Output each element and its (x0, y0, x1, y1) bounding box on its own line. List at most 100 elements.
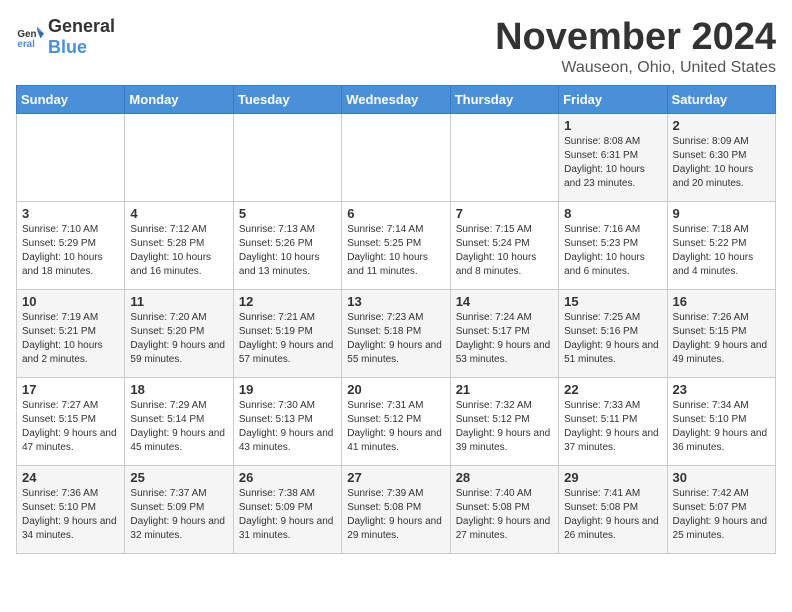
weekday-header-thursday: Thursday (450, 86, 558, 114)
calendar-cell: 11Sunrise: 7:20 AM Sunset: 5:20 PM Dayli… (125, 290, 233, 378)
day-number: 26 (239, 470, 336, 485)
day-number: 9 (673, 206, 770, 221)
weekday-header-tuesday: Tuesday (233, 86, 341, 114)
day-info: Sunrise: 7:32 AM Sunset: 5:12 PM Dayligh… (456, 399, 553, 455)
weekday-header-saturday: Saturday (667, 86, 775, 114)
calendar-cell: 20 Sunrise: 7:31 AM Sunset: 5:12 PM Dayli… (342, 378, 450, 466)
day-info: Sunrise: 7:15 AM Sunset: 5:24 PM Dayligh… (456, 223, 553, 279)
week-row-5: 24 Sunrise: 7:36 AM Sunset: 5:10 PM Dayli… (17, 466, 776, 554)
svg-text:eral: eral (17, 39, 35, 50)
weekday-header-row: SundayMondayTuesdayWednesdayThursdayFrid… (17, 86, 776, 114)
calendar-cell: 16 Sunrise: 7:26 AM Sunset: 5:15 PM Dayli… (667, 290, 775, 378)
calendar-cell: 3 Sunrise: 7:10 AM Sunset: 5:29 PM Daylig… (17, 202, 125, 290)
day-number: 11 (130, 294, 227, 309)
day-number: 13 (347, 294, 444, 309)
day-info: Sunrise: 7:31 AM Sunset: 5:12 PM Dayligh… (347, 399, 444, 455)
calendar-cell: 30 Sunrise: 7:42 AM Sunset: 5:07 PM Dayli… (667, 466, 775, 554)
calendar-cell: 21Sunrise: 7:32 AM Sunset: 5:12 PM Dayli… (450, 378, 558, 466)
day-number: 27 (347, 470, 444, 485)
day-info: Sunrise: 7:29 AM Sunset: 5:14 PM Dayligh… (130, 399, 227, 455)
day-number: 3 (22, 206, 119, 221)
weekday-header-friday: Friday (559, 86, 667, 114)
day-number: 14 (456, 294, 553, 309)
calendar-cell: 23Sunrise: 7:34 AM Sunset: 5:10 PM Dayli… (667, 378, 775, 466)
calendar-title: November 2024 (495, 16, 776, 59)
day-number: 24 (22, 470, 119, 485)
day-number: 10 (22, 294, 119, 309)
calendar-cell: 8 Sunrise: 7:16 AM Sunset: 5:23 PM Daylig… (559, 202, 667, 290)
day-info: Sunrise: 8:09 AM Sunset: 6:30 PM Dayligh… (673, 135, 770, 191)
day-number: 29 (564, 470, 661, 485)
calendar-cell: 10 Sunrise: 7:19 AM Sunset: 5:21 PM Dayli… (17, 290, 125, 378)
day-number: 1 (564, 118, 661, 133)
day-info: Sunrise: 7:36 AM Sunset: 5:10 PM Dayligh… (22, 487, 119, 543)
day-info: Sunrise: 7:34 AM Sunset: 5:10 PM Dayligh… (673, 399, 770, 455)
day-info: Sunrise: 7:38 AM Sunset: 5:09 PM Dayligh… (239, 487, 336, 543)
day-info: Sunrise: 7:42 AM Sunset: 5:07 PM Dayligh… (673, 487, 770, 543)
weekday-header-wednesday: Wednesday (342, 86, 450, 114)
calendar-cell: 29 Sunrise: 7:41 AM Sunset: 5:08 PM Dayli… (559, 466, 667, 554)
day-info: Sunrise: 7:13 AM Sunset: 5:26 PM Dayligh… (239, 223, 336, 279)
logo: Gen eral General Blue (16, 16, 115, 58)
calendar-cell: 17Sunrise: 7:27 AM Sunset: 5:15 PM Dayli… (17, 378, 125, 466)
calendar-subtitle: Wauseon, Ohio, United States (495, 59, 776, 77)
calendar-cell: 28Sunrise: 7:40 AM Sunset: 5:08 PM Dayli… (450, 466, 558, 554)
calendar-cell (233, 114, 341, 202)
day-info: Sunrise: 7:12 AM Sunset: 5:28 PM Dayligh… (130, 223, 227, 279)
day-info: Sunrise: 7:23 AM Sunset: 5:18 PM Dayligh… (347, 311, 444, 367)
day-info: Sunrise: 7:37 AM Sunset: 5:09 PM Dayligh… (130, 487, 227, 543)
title-section: November 2024 Wauseon, Ohio, United Stat… (495, 16, 776, 77)
day-info: Sunrise: 7:33 AM Sunset: 5:11 PM Dayligh… (564, 399, 661, 455)
day-info: Sunrise: 7:16 AM Sunset: 5:23 PM Dayligh… (564, 223, 661, 279)
day-number: 15 (564, 294, 661, 309)
weekday-header-sunday: Sunday (17, 86, 125, 114)
day-info: Sunrise: 7:24 AM Sunset: 5:17 PM Dayligh… (456, 311, 553, 367)
day-number: 19 (239, 382, 336, 397)
day-number: 20 (347, 382, 444, 397)
day-info: Sunrise: 7:14 AM Sunset: 5:25 PM Dayligh… (347, 223, 444, 279)
calendar-cell: 4Sunrise: 7:12 AM Sunset: 5:28 PM Daylig… (125, 202, 233, 290)
calendar-cell: 6 Sunrise: 7:14 AM Sunset: 5:25 PM Daylig… (342, 202, 450, 290)
calendar-cell: 1 Sunrise: 8:08 AM Sunset: 6:31 PM Daylig… (559, 114, 667, 202)
day-number: 8 (564, 206, 661, 221)
calendar-cell: 27Sunrise: 7:39 AM Sunset: 5:08 PM Dayli… (342, 466, 450, 554)
calendar-table: SundayMondayTuesdayWednesdayThursdayFrid… (16, 85, 776, 554)
week-row-4: 17Sunrise: 7:27 AM Sunset: 5:15 PM Dayli… (17, 378, 776, 466)
day-number: 6 (347, 206, 444, 221)
calendar-cell: 9 Sunrise: 7:18 AM Sunset: 5:22 PM Daylig… (667, 202, 775, 290)
calendar-cell: 26 Sunrise: 7:38 AM Sunset: 5:09 PM Dayli… (233, 466, 341, 554)
calendar-cell: 15 Sunrise: 7:25 AM Sunset: 5:16 PM Dayli… (559, 290, 667, 378)
calendar-cell: 18 Sunrise: 7:29 AM Sunset: 5:14 PM Dayli… (125, 378, 233, 466)
day-info: Sunrise: 7:41 AM Sunset: 5:08 PM Dayligh… (564, 487, 661, 543)
week-row-3: 10 Sunrise: 7:19 AM Sunset: 5:21 PM Dayli… (17, 290, 776, 378)
calendar-cell: 25Sunrise: 7:37 AM Sunset: 5:09 PM Dayli… (125, 466, 233, 554)
day-info: Sunrise: 7:26 AM Sunset: 5:15 PM Dayligh… (673, 311, 770, 367)
day-number: 2 (673, 118, 770, 133)
calendar-cell (450, 114, 558, 202)
logo-wordmark: General Blue (48, 16, 115, 58)
calendar-cell: 12 Sunrise: 7:21 AM Sunset: 5:19 PM Dayli… (233, 290, 341, 378)
logo-general: General (48, 16, 115, 36)
calendar-cell: 7Sunrise: 7:15 AM Sunset: 5:24 PM Daylig… (450, 202, 558, 290)
day-info: Sunrise: 7:19 AM Sunset: 5:21 PM Dayligh… (22, 311, 119, 367)
day-number: 18 (130, 382, 227, 397)
calendar-cell: 22Sunrise: 7:33 AM Sunset: 5:11 PM Dayli… (559, 378, 667, 466)
calendar-cell (342, 114, 450, 202)
day-number: 16 (673, 294, 770, 309)
calendar-cell: 19Sunrise: 7:30 AM Sunset: 5:13 PM Dayli… (233, 378, 341, 466)
page-header: Gen eral General Blue November 2024 Waus… (16, 16, 776, 77)
week-row-1: 1 Sunrise: 8:08 AM Sunset: 6:31 PM Daylig… (17, 114, 776, 202)
day-info: Sunrise: 7:18 AM Sunset: 5:22 PM Dayligh… (673, 223, 770, 279)
calendar-cell: 5 Sunrise: 7:13 AM Sunset: 5:26 PM Daylig… (233, 202, 341, 290)
calendar-cell (125, 114, 233, 202)
day-number: 5 (239, 206, 336, 221)
logo-icon: Gen eral (16, 23, 44, 51)
calendar-cell: 14 Sunrise: 7:24 AM Sunset: 5:17 PM Dayli… (450, 290, 558, 378)
calendar-cell (17, 114, 125, 202)
day-info: Sunrise: 7:10 AM Sunset: 5:29 PM Dayligh… (22, 223, 119, 279)
day-info: Sunrise: 7:21 AM Sunset: 5:19 PM Dayligh… (239, 311, 336, 367)
day-number: 30 (673, 470, 770, 485)
day-info: Sunrise: 7:25 AM Sunset: 5:16 PM Dayligh… (564, 311, 661, 367)
day-info: Sunrise: 8:08 AM Sunset: 6:31 PM Dayligh… (564, 135, 661, 191)
day-number: 12 (239, 294, 336, 309)
